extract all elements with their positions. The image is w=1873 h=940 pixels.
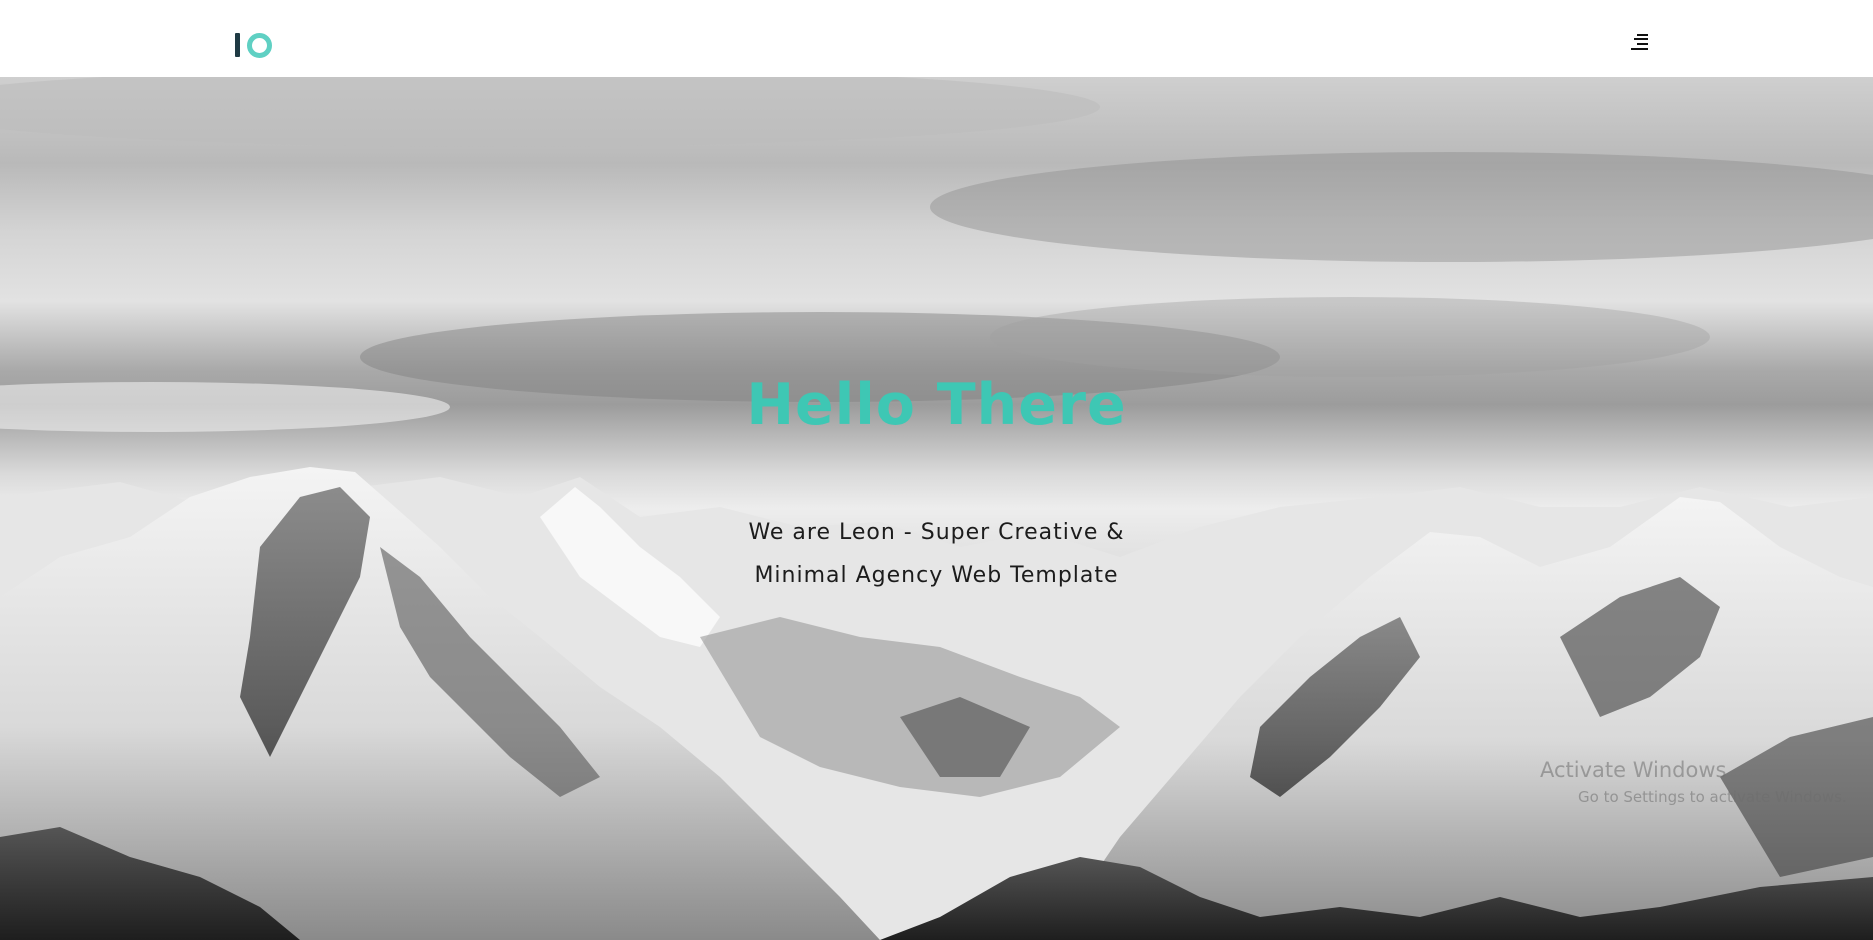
hero-title: Hello There — [746, 372, 1127, 438]
mountain-background-image — [0, 77, 1873, 940]
watermark-subtitle: Go to Settings to activate Windows. — [1578, 788, 1847, 806]
menu-button[interactable] — [1622, 28, 1656, 56]
hero-section: Hello There We are Leon - Super Creative… — [0, 77, 1873, 940]
logo-icon[interactable] — [232, 30, 276, 58]
logo-ring — [247, 33, 272, 58]
menu-line — [1631, 48, 1648, 50]
logo-bar — [235, 33, 240, 57]
hamburger-menu-icon — [1637, 34, 1648, 36]
hero-subtitle-line2: Minimal Agency Web Template — [754, 563, 1119, 588]
menu-line — [1634, 38, 1648, 40]
watermark-title: Activate Windows — [1540, 758, 1727, 782]
menu-line — [1637, 43, 1648, 45]
site-header — [0, 0, 1873, 77]
hero-subtitle-line1: We are Leon - Super Creative & — [748, 520, 1125, 545]
activate-windows-watermark: Activate Windows Go to Settings to activ… — [1540, 758, 1860, 806]
